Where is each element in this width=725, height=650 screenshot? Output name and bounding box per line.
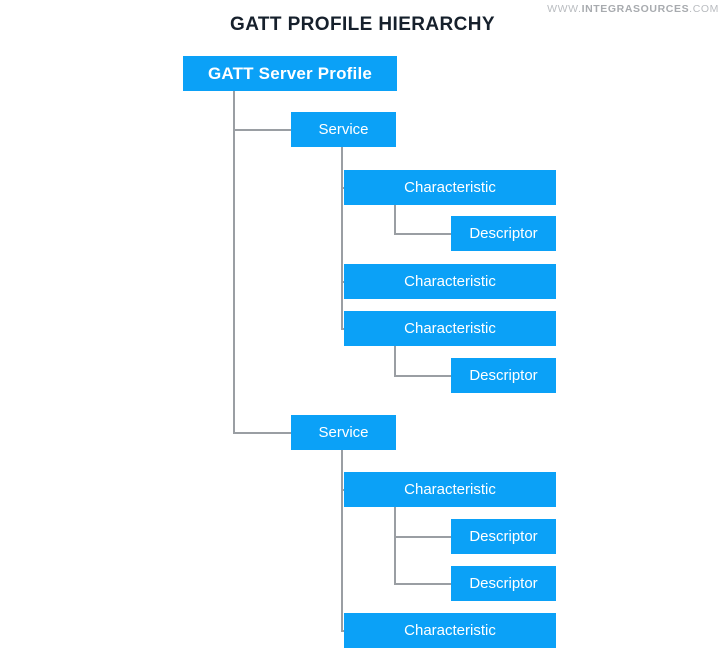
node-label: Descriptor bbox=[469, 528, 538, 545]
node-service-svc2: Service bbox=[291, 415, 396, 450]
node-label: Descriptor bbox=[469, 225, 538, 242]
node-label: Characteristic bbox=[404, 179, 496, 196]
diagram-title: GATT PROFILE HIERARCHY bbox=[230, 14, 495, 35]
connector-trunk-chr3 bbox=[394, 346, 396, 377]
node-label: Descriptor bbox=[469, 367, 538, 384]
node-label: Service bbox=[318, 121, 369, 138]
diagram-canvas: WWW.INTEGRASOURCES.COM GATT PROFILE HIER… bbox=[0, 0, 725, 650]
connector-trunk-svc1 bbox=[341, 147, 343, 330]
connector-trunk-root bbox=[233, 91, 235, 434]
node-service-svc1: Service bbox=[291, 112, 396, 147]
connector-h-root-to-svc2 bbox=[233, 432, 291, 434]
connector-h-chr1-to-dsc1 bbox=[394, 233, 451, 235]
node-label: Descriptor bbox=[469, 575, 538, 592]
node-descriptor-dsc4: Descriptor bbox=[451, 566, 556, 601]
connector-trunk-svc2 bbox=[341, 450, 343, 632]
node-label: Characteristic bbox=[404, 273, 496, 290]
node-descriptor-dsc1: Descriptor bbox=[451, 216, 556, 251]
node-descriptor-dsc3: Descriptor bbox=[451, 519, 556, 554]
node-characteristic-chr5: Characteristic bbox=[344, 613, 556, 648]
node-label: Characteristic bbox=[404, 320, 496, 337]
node-label: Characteristic bbox=[404, 481, 496, 498]
node-descriptor-dsc2: Descriptor bbox=[451, 358, 556, 393]
node-label: Characteristic bbox=[404, 622, 496, 639]
node-characteristic-chr4: Characteristic bbox=[344, 472, 556, 507]
node-characteristic-chr2: Characteristic bbox=[344, 264, 556, 299]
connector-h-root-to-svc1 bbox=[233, 129, 291, 131]
node-label: GATT Server Profile bbox=[207, 64, 373, 83]
connector-trunk-chr4 bbox=[394, 507, 396, 585]
connector-h-chr4-to-dsc4 bbox=[394, 583, 451, 585]
node-profile-root: GATT Server Profile bbox=[183, 56, 397, 91]
node-characteristic-chr1: Characteristic bbox=[344, 170, 556, 205]
connector-h-chr3-to-dsc2 bbox=[394, 375, 451, 377]
node-label: Service bbox=[318, 424, 369, 441]
node-characteristic-chr3: Characteristic bbox=[344, 311, 556, 346]
connector-h-chr4-to-dsc3 bbox=[394, 536, 451, 538]
connector-trunk-chr1 bbox=[394, 205, 396, 235]
